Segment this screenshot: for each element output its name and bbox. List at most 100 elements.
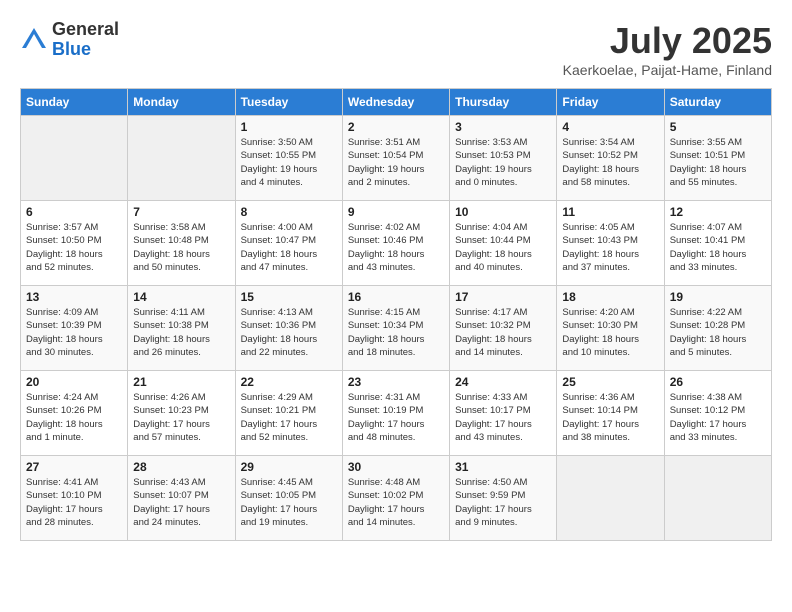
- day-number: 21: [133, 375, 229, 389]
- day-number: 23: [348, 375, 444, 389]
- day-number: 15: [241, 290, 337, 304]
- day-number: 28: [133, 460, 229, 474]
- calendar-cell: 11Sunrise: 4:05 AMSunset: 10:43 PMDaylig…: [557, 201, 664, 286]
- day-number: 19: [670, 290, 766, 304]
- day-info: Sunrise: 4:26 AMSunset: 10:23 PMDaylight…: [133, 391, 229, 444]
- day-info: Sunrise: 4:36 AMSunset: 10:14 PMDaylight…: [562, 391, 658, 444]
- day-info: Sunrise: 3:57 AMSunset: 10:50 PMDaylight…: [26, 221, 122, 274]
- day-info: Sunrise: 4:31 AMSunset: 10:19 PMDaylight…: [348, 391, 444, 444]
- calendar-cell: 20Sunrise: 4:24 AMSunset: 10:26 PMDaylig…: [21, 371, 128, 456]
- calendar-cell: 31 Sunrise: 4:50 AMSunset: 9:59 PMDayligh…: [450, 456, 557, 541]
- day-number: 29: [241, 460, 337, 474]
- calendar-cell: 4 Sunrise: 3:54 AMSunset: 10:52 PMDayligh…: [557, 116, 664, 201]
- day-number: 12: [670, 205, 766, 219]
- column-header-tuesday: Tuesday: [235, 89, 342, 116]
- calendar-cell: 16 Sunrise: 4:15 AMSunset: 10:34 PMDaylig…: [342, 286, 449, 371]
- calendar-week-2: 6 Sunrise: 3:57 AMSunset: 10:50 PMDayligh…: [21, 201, 772, 286]
- calendar-cell: 10Sunrise: 4:04 AMSunset: 10:44 PMDaylig…: [450, 201, 557, 286]
- month-title: July 2025: [563, 20, 772, 62]
- calendar-cell: 25 Sunrise: 4:36 AMSunset: 10:14 PMDaylig…: [557, 371, 664, 456]
- calendar-week-3: 13Sunrise: 4:09 AMSunset: 10:39 PMDaylig…: [21, 286, 772, 371]
- calendar-cell: 9 Sunrise: 4:02 AMSunset: 10:46 PMDayligh…: [342, 201, 449, 286]
- column-header-friday: Friday: [557, 89, 664, 116]
- logo: General Blue: [20, 20, 119, 60]
- logo-text: General Blue: [52, 20, 119, 60]
- page-header: General Blue July 2025 Kaerkoelae, Paija…: [20, 20, 772, 78]
- calendar-cell: 8Sunrise: 4:00 AMSunset: 10:47 PMDayligh…: [235, 201, 342, 286]
- day-number: 16: [348, 290, 444, 304]
- column-header-wednesday: Wednesday: [342, 89, 449, 116]
- day-number: 4: [562, 120, 658, 134]
- calendar-cell: 13Sunrise: 4:09 AMSunset: 10:39 PMDaylig…: [21, 286, 128, 371]
- calendar-cell: 27 Sunrise: 4:41 AMSunset: 10:10 PMDaylig…: [21, 456, 128, 541]
- day-number: 24: [455, 375, 551, 389]
- day-info: Sunrise: 3:51 AMSunset: 10:54 PMDaylight…: [348, 136, 444, 189]
- day-info: Sunrise: 4:38 AMSunset: 10:12 PMDaylight…: [670, 391, 766, 444]
- calendar-cell: 24 Sunrise: 4:33 AMSunset: 10:17 PMDaylig…: [450, 371, 557, 456]
- calendar-cell: 19Sunrise: 4:22 AMSunset: 10:28 PMDaylig…: [664, 286, 771, 371]
- calendar-week-5: 27 Sunrise: 4:41 AMSunset: 10:10 PMDaylig…: [21, 456, 772, 541]
- day-number: 27: [26, 460, 122, 474]
- day-info: Sunrise: 4:20 AMSunset: 10:30 PMDaylight…: [562, 306, 658, 359]
- day-info: Sunrise: 4:04 AMSunset: 10:44 PMDaylight…: [455, 221, 551, 274]
- column-header-sunday: Sunday: [21, 89, 128, 116]
- calendar-week-1: 1 Sunrise: 3:50 AMSunset: 10:55 PMDayligh…: [21, 116, 772, 201]
- calendar-cell: 21 Sunrise: 4:26 AMSunset: 10:23 PMDaylig…: [128, 371, 235, 456]
- day-info: Sunrise: 4:45 AMSunset: 10:05 PMDaylight…: [241, 476, 337, 529]
- day-number: 30: [348, 460, 444, 474]
- day-info: Sunrise: 4:41 AMSunset: 10:10 PMDaylight…: [26, 476, 122, 529]
- column-header-saturday: Saturday: [664, 89, 771, 116]
- day-number: 5: [670, 120, 766, 134]
- day-number: 6: [26, 205, 122, 219]
- calendar-cell: 7Sunrise: 3:58 AMSunset: 10:48 PMDayligh…: [128, 201, 235, 286]
- calendar-cell: 5 Sunrise: 3:55 AMSunset: 10:51 PMDayligh…: [664, 116, 771, 201]
- day-info: Sunrise: 4:13 AMSunset: 10:36 PMDaylight…: [241, 306, 337, 359]
- calendar-week-4: 20Sunrise: 4:24 AMSunset: 10:26 PMDaylig…: [21, 371, 772, 456]
- calendar-cell: [664, 456, 771, 541]
- day-info: Sunrise: 4:33 AMSunset: 10:17 PMDaylight…: [455, 391, 551, 444]
- day-number: 17: [455, 290, 551, 304]
- calendar-cell: 22Sunrise: 4:29 AMSunset: 10:21 PMDaylig…: [235, 371, 342, 456]
- day-info: Sunrise: 4:29 AMSunset: 10:21 PMDaylight…: [241, 391, 337, 444]
- day-info: Sunrise: 3:50 AMSunset: 10:55 PMDaylight…: [241, 136, 337, 189]
- calendar-cell: 1 Sunrise: 3:50 AMSunset: 10:55 PMDayligh…: [235, 116, 342, 201]
- calendar-cell: 18 Sunrise: 4:20 AMSunset: 10:30 PMDaylig…: [557, 286, 664, 371]
- column-header-monday: Monday: [128, 89, 235, 116]
- day-number: 2: [348, 120, 444, 134]
- day-info: Sunrise: 4:15 AMSunset: 10:34 PMDaylight…: [348, 306, 444, 359]
- calendar-cell: 30Sunrise: 4:48 AMSunset: 10:02 PMDaylig…: [342, 456, 449, 541]
- day-info: Sunrise: 3:54 AMSunset: 10:52 PMDaylight…: [562, 136, 658, 189]
- calendar-cell: 3 Sunrise: 3:53 AMSunset: 10:53 PMDayligh…: [450, 116, 557, 201]
- calendar-cell: [128, 116, 235, 201]
- day-info: Sunrise: 4:07 AMSunset: 10:41 PMDaylight…: [670, 221, 766, 274]
- day-info: Sunrise: 4:02 AMSunset: 10:46 PMDaylight…: [348, 221, 444, 274]
- day-info: Sunrise: 4:50 AMSunset: 9:59 PMDaylight:…: [455, 476, 551, 529]
- day-number: 20: [26, 375, 122, 389]
- column-header-thursday: Thursday: [450, 89, 557, 116]
- calendar-cell: 14Sunrise: 4:11 AMSunset: 10:38 PMDaylig…: [128, 286, 235, 371]
- calendar-body: 1 Sunrise: 3:50 AMSunset: 10:55 PMDayligh…: [21, 116, 772, 541]
- day-info: Sunrise: 4:00 AMSunset: 10:47 PMDaylight…: [241, 221, 337, 274]
- day-number: 26: [670, 375, 766, 389]
- day-info: Sunrise: 3:55 AMSunset: 10:51 PMDaylight…: [670, 136, 766, 189]
- day-number: 18: [562, 290, 658, 304]
- calendar-cell: [21, 116, 128, 201]
- day-info: Sunrise: 3:53 AMSunset: 10:53 PMDaylight…: [455, 136, 551, 189]
- day-info: Sunrise: 4:43 AMSunset: 10:07 PMDaylight…: [133, 476, 229, 529]
- logo-icon: [20, 26, 48, 54]
- calendar-cell: 6 Sunrise: 3:57 AMSunset: 10:50 PMDayligh…: [21, 201, 128, 286]
- day-number: 3: [455, 120, 551, 134]
- day-info: Sunrise: 4:17 AMSunset: 10:32 PMDaylight…: [455, 306, 551, 359]
- calendar-cell: 26 Sunrise: 4:38 AMSunset: 10:12 PMDaylig…: [664, 371, 771, 456]
- day-number: 11: [562, 205, 658, 219]
- day-number: 9: [348, 205, 444, 219]
- calendar-cell: [557, 456, 664, 541]
- day-number: 25: [562, 375, 658, 389]
- calendar-cell: 15 Sunrise: 4:13 AMSunset: 10:36 PMDaylig…: [235, 286, 342, 371]
- day-number: 31: [455, 460, 551, 474]
- location-subtitle: Kaerkoelae, Paijat-Hame, Finland: [563, 62, 772, 78]
- calendar-cell: 2 Sunrise: 3:51 AMSunset: 10:54 PMDayligh…: [342, 116, 449, 201]
- day-number: 1: [241, 120, 337, 134]
- calendar-cell: 12 Sunrise: 4:07 AMSunset: 10:41 PMDaylig…: [664, 201, 771, 286]
- calendar-cell: 17 Sunrise: 4:17 AMSunset: 10:32 PMDaylig…: [450, 286, 557, 371]
